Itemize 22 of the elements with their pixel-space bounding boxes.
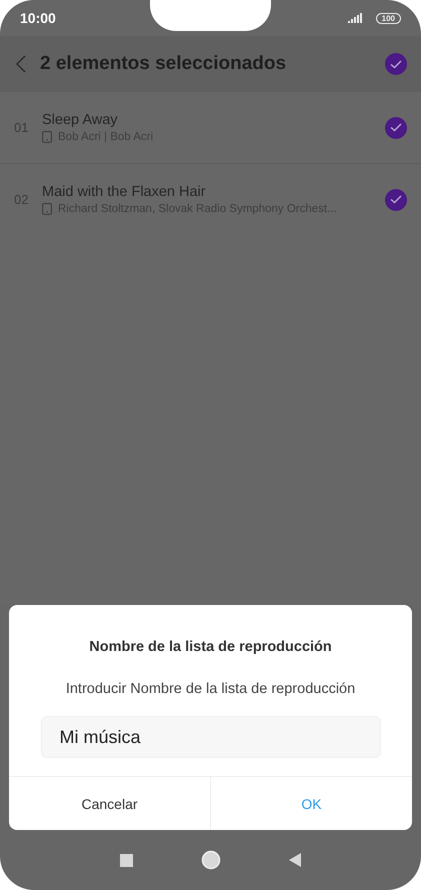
back-icon[interactable] bbox=[289, 853, 301, 867]
song-title: Maid with the Flaxen Hair bbox=[42, 184, 207, 200]
check-icon bbox=[390, 195, 402, 204]
battery-icon: 100 bbox=[376, 12, 401, 24]
phone-icon bbox=[42, 131, 52, 143]
check-icon bbox=[390, 60, 402, 68]
checkbox[interactable] bbox=[385, 116, 407, 138]
screen-title: 2 elementos seleccionados bbox=[40, 53, 288, 75]
song-title: Sleep Away bbox=[42, 112, 119, 128]
recents-icon[interactable] bbox=[120, 854, 133, 866]
phone-icon bbox=[42, 203, 52, 215]
dialog-message: Introducir Nombre de la lista de reproducción bbox=[66, 681, 356, 697]
dialog-title: Nombre de la lista de reproducción bbox=[89, 639, 332, 655]
checkbox[interactable] bbox=[385, 188, 407, 210]
home-icon[interactable] bbox=[201, 850, 221, 870]
check-icon bbox=[390, 123, 402, 132]
ok-button[interactable]: OK bbox=[210, 777, 412, 830]
cancel-button[interactable]: Cancelar bbox=[9, 777, 210, 830]
input-field[interactable]: Mi música bbox=[40, 716, 380, 758]
status-time: 10:00 bbox=[20, 10, 56, 26]
signal-icon bbox=[348, 13, 364, 23]
checkbox[interactable] bbox=[385, 53, 407, 75]
